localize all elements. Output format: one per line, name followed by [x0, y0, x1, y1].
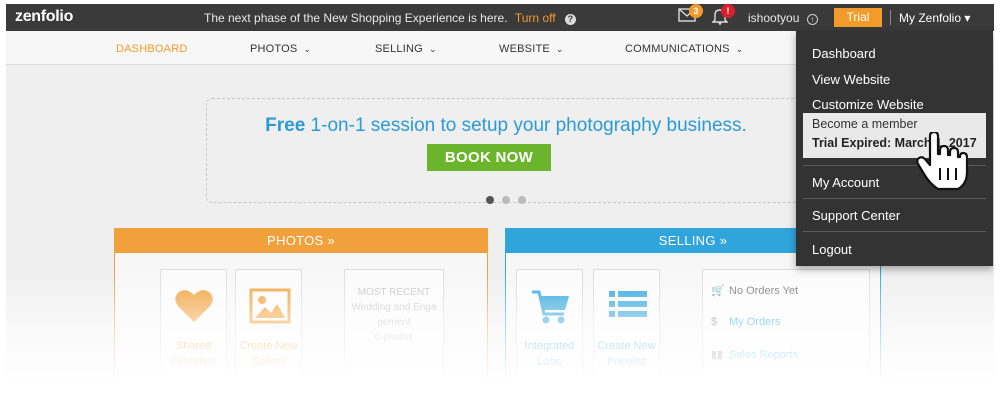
zenfolio-logo[interactable]: zenfolio — [15, 8, 73, 26]
orders-summary: 🛒 No Orders Yet $ My Orders ▮▮ Sales Report… — [702, 269, 870, 389]
create-gallery-tile[interactable]: Create New Gallery — [235, 269, 302, 389]
menu-divider — [803, 231, 986, 232]
integrated-labs-tile[interactable]: Integrated Labs — [516, 269, 583, 389]
my-orders-link[interactable]: $ My Orders — [711, 316, 780, 328]
list-icon — [609, 291, 647, 317]
announcement-bar: The next phase of the New Shopping Exper… — [204, 11, 576, 25]
menu-divider — [803, 198, 986, 199]
promo-text: Free 1-on-1 session to setup your photog… — [207, 115, 805, 137]
become-member-label: Become a member — [812, 117, 918, 131]
tile-label: Integrated Labs — [517, 338, 582, 370]
notifications-button[interactable]: ! — [711, 4, 735, 30]
alert-badge: ! — [721, 4, 735, 18]
nav-selling-label: SELLING — [375, 43, 423, 55]
nav-communications[interactable]: COMMUNICATIONS ⌄ — [625, 43, 743, 55]
promo-free: Free — [265, 115, 306, 136]
menu-item-my-account[interactable]: My Account — [812, 175, 879, 190]
tile-label-line: Shared — [175, 340, 212, 352]
nav-communications-label: COMMUNICATIONS — [625, 43, 730, 55]
tile-label-line: Pricelist — [607, 356, 646, 368]
chevron-down-icon: ⌄ — [303, 44, 312, 54]
tile-label-line: Labs — [537, 356, 562, 368]
my-zenfolio-menu[interactable]: My Zenfolio ▾ — [899, 4, 970, 31]
chevron-down-icon: ⌄ — [428, 44, 437, 54]
recent-photo-count: 0 photos — [374, 332, 414, 343]
menu-item-view-website[interactable]: View Website — [812, 72, 890, 87]
carousel-dots — [207, 191, 805, 209]
announcement-text: The next phase of the New Shopping Exper… — [204, 11, 508, 25]
screenshot-frame: zenfolio The next phase of the New Shopp… — [0, 0, 1000, 396]
turn-off-link[interactable]: Turn off — [515, 11, 556, 25]
promo-banner: Free 1-on-1 session to setup your photog… — [206, 98, 806, 204]
sales-reports-link[interactable]: ▮▮ Sales Reports — [711, 348, 798, 361]
nav-dashboard-label: DASHBOARD — [116, 43, 188, 55]
shared-favorites-tile[interactable]: Shared Favorites — [160, 269, 227, 389]
nav-photos[interactable]: PHOTOS ⌄ — [250, 43, 311, 55]
menu-item-support-center[interactable]: Support Center — [812, 208, 900, 223]
zenfolio-page: zenfolio The next phase of the New Shopp… — [6, 4, 994, 396]
recent-heading: MOST RECENT — [357, 287, 431, 298]
hand-pointer-cursor-icon — [916, 132, 969, 191]
user-menu[interactable]: ishootyou ↑ — [748, 11, 818, 25]
cart-icon: 🛒 — [711, 285, 725, 297]
book-now-button[interactable]: BOOK NOW — [427, 144, 551, 171]
carousel-dot[interactable] — [502, 196, 510, 204]
tile-label: Create New Gallery — [236, 338, 301, 370]
tile-label-line: Create New — [597, 340, 656, 352]
mail-count-badge: 3 — [689, 4, 703, 18]
tile-label-line: Favorites — [170, 356, 217, 368]
tile-label-line: Create New — [239, 340, 298, 352]
nav-photos-label: PHOTOS — [250, 43, 298, 55]
photos-panel: PHOTOS » Shared Favorites Create New Gal… — [114, 228, 488, 396]
username: ishootyou — [748, 11, 800, 25]
messages-button[interactable]: 3 — [678, 4, 703, 27]
order-row-label: No Orders Yet — [729, 285, 799, 297]
heart-icon — [175, 290, 213, 322]
nav-dashboard[interactable]: DASHBOARD — [116, 43, 187, 55]
order-row-label: My Orders — [729, 316, 781, 328]
tile-label-line: Gallery — [251, 356, 286, 368]
recent-gallery-name: gement — [377, 317, 411, 328]
tile-label: Shared Favorites — [161, 338, 226, 370]
bar-chart-icon: ▮▮ — [711, 349, 724, 361]
carousel-dot[interactable] — [518, 196, 527, 204]
order-row-label: Sales Reports — [729, 349, 799, 361]
nav-website-label: WEBSITE — [499, 43, 550, 55]
trial-button[interactable]: Trial — [834, 8, 882, 27]
chevron-down-icon: ⌄ — [735, 44, 744, 54]
gallery-image-icon — [249, 288, 291, 324]
photos-panel-header[interactable]: PHOTOS » — [115, 229, 487, 253]
dollar-icon: $ — [711, 316, 718, 328]
menu-item-logout[interactable]: Logout — [812, 242, 852, 257]
help-icon[interactable]: ? — [564, 14, 576, 25]
divider — [890, 10, 891, 25]
nav-website[interactable]: WEBSITE ⌄ — [499, 43, 564, 55]
most-recent-tile[interactable]: MOST RECENT Wedding and Enga gement 0 ph… — [344, 269, 444, 389]
no-orders-row: 🛒 No Orders Yet — [711, 284, 798, 297]
tile-label: Create New Pricelist — [594, 338, 659, 370]
upgrade-arrow-icon: ↑ — [806, 14, 818, 25]
nav-selling[interactable]: SELLING ⌄ — [375, 43, 437, 55]
tile-label-line: Integrated — [524, 340, 575, 352]
carousel-dot[interactable] — [485, 196, 494, 204]
chevron-down-icon: ⌄ — [555, 44, 564, 54]
menu-item-dashboard[interactable]: Dashboard — [812, 46, 876, 61]
create-pricelist-tile[interactable]: Create New Pricelist — [593, 269, 660, 389]
recent-gallery-name: Wedding and Enga — [351, 302, 437, 313]
promo-rest: 1-on-1 session to setup your photography… — [305, 115, 747, 136]
menu-item-customize-website[interactable]: Customize Website — [812, 97, 924, 112]
cart-icon — [532, 290, 569, 324]
top-bar: zenfolio The next phase of the New Shopp… — [6, 4, 994, 31]
